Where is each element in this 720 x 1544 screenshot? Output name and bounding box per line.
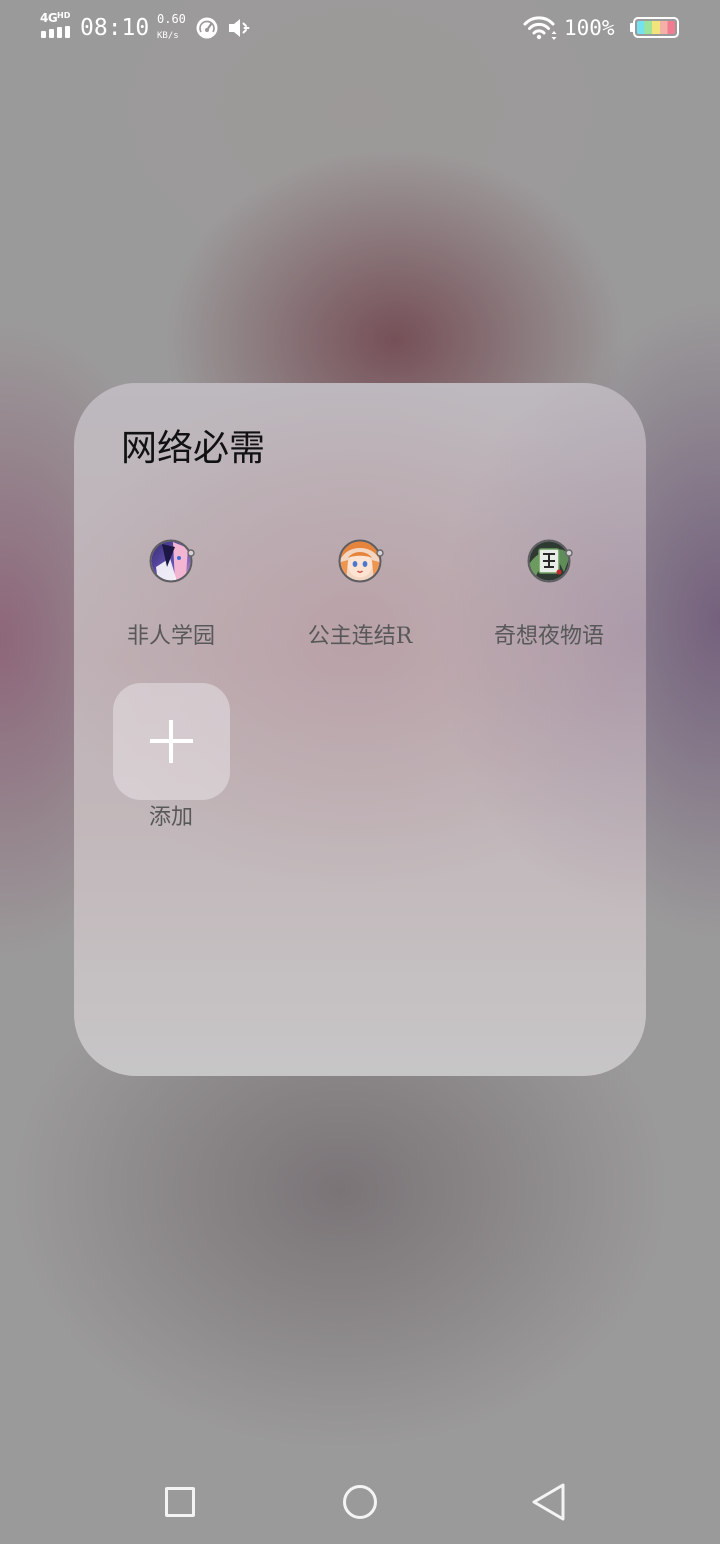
network-badge: HD — [57, 11, 71, 20]
speedometer-icon — [196, 17, 218, 39]
battery-icon — [630, 17, 679, 38]
battery-fill — [637, 21, 675, 34]
back-button[interactable] — [508, 1472, 588, 1532]
network-type: 4G — [40, 11, 58, 25]
app-item[interactable]: 公主连结R — [270, 533, 450, 653]
mute-icon — [229, 19, 250, 37]
folder-title[interactable]: 网络必需 — [121, 427, 265, 471]
recents-button[interactable] — [140, 1472, 220, 1532]
app-label: 奇想夜物语 — [493, 624, 604, 649]
app-item[interactable]: 非人学园 — [81, 533, 261, 653]
recents-square-icon — [165, 1487, 195, 1517]
add-app-button[interactable] — [113, 683, 230, 800]
app-label: 公主连结R — [307, 624, 413, 649]
network-speed-unit: KB/s — [157, 31, 179, 41]
app-item[interactable]: 奇想夜物语 — [459, 533, 639, 653]
network-speed-value: 0.60 — [157, 12, 186, 26]
back-triangle-icon — [532, 1483, 565, 1521]
status-bar: 4G HD 08:10 0.60 KB/s 100% — [0, 0, 720, 56]
app-icon-qixiangyewuyu[interactable] — [524, 536, 580, 586]
clock: 08:10 — [80, 15, 150, 41]
app-icon-gongzhulianjie[interactable] — [335, 536, 391, 586]
battery-percent: 100% — [564, 16, 615, 40]
app-label: 非人学园 — [126, 624, 215, 649]
wifi-icon — [523, 16, 557, 40]
home-button[interactable] — [320, 1472, 400, 1532]
folder-card: 网络必需 非人学园 公主连结R 奇想夜物语 添加 — [74, 383, 646, 1076]
app-icon-feirenxueyuan[interactable] — [146, 536, 202, 586]
home-circle-icon — [343, 1485, 377, 1519]
add-app-label: 添加 — [148, 805, 193, 830]
cellular-signal-icon — [41, 25, 70, 38]
